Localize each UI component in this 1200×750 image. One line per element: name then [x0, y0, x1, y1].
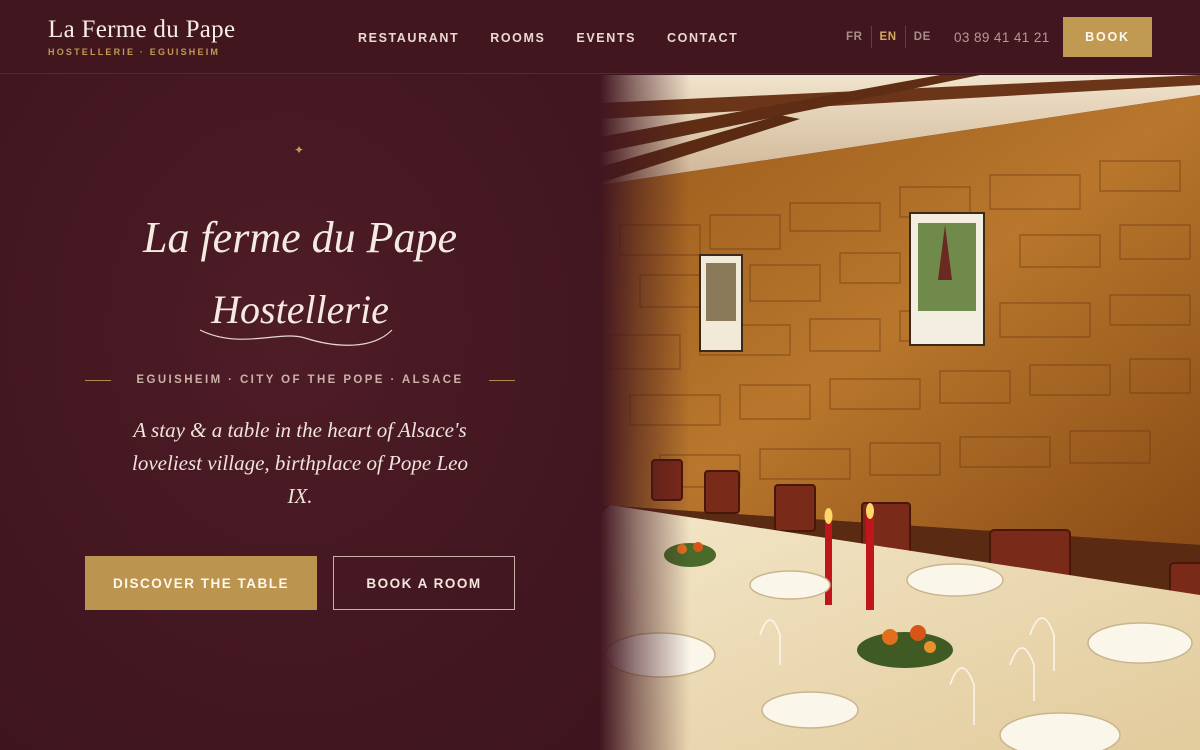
script-logo-line2: Hostellerie — [210, 287, 389, 332]
site-header: La Ferme du Pape HOSTELLERIE · EGUISHEIM… — [0, 0, 1200, 74]
main-nav: RESTAURANT ROOMS EVENTS CONTACT — [358, 31, 769, 45]
script-logo-line1: La ferme du Pape — [142, 213, 457, 262]
dining-room-photo — [600, 75, 1200, 750]
tagline-rule-left — [85, 379, 111, 381]
script-logo: La ferme du Pape Hostellerie — [142, 213, 457, 346]
lang-fr[interactable]: FR — [838, 26, 871, 48]
script-flourish — [199, 329, 393, 346]
location-tagline: EGUISHEIM · CITY OF THE POPE · ALSACE — [85, 374, 515, 386]
phone-number[interactable]: 03 89 41 41 21 — [954, 30, 1050, 45]
photo-fade-overlay — [600, 75, 690, 750]
nav-item-restaurant[interactable]: RESTAURANT — [358, 31, 459, 45]
book-room-button[interactable]: BOOK A ROOM — [333, 556, 515, 610]
tagline-rule-right — [488, 379, 515, 381]
lang-de[interactable]: DE — [906, 26, 939, 48]
hero-description: A stay & a table in the heart of Alsace'… — [132, 418, 468, 508]
nav-item-contact[interactable]: CONTACT — [667, 31, 738, 45]
nav-item-events[interactable]: EVENTS — [576, 31, 636, 45]
book-button[interactable]: BOOK — [1063, 17, 1152, 57]
brand-logo[interactable]: La Ferme du Pape HOSTELLERIE · EGUISHEIM — [48, 16, 235, 57]
tagline-text: EGUISHEIM · CITY OF THE POPE · ALSACE — [136, 374, 464, 386]
brand-subtitle: HOSTELLERIE · EGUISHEIM — [48, 47, 221, 57]
lang-en[interactable]: EN — [872, 26, 905, 48]
hero-intro — [0, 75, 640, 750]
language-switcher: FR EN DE — [838, 26, 939, 48]
nav-item-rooms[interactable]: ROOMS — [490, 31, 545, 45]
sparkle-icon: ✦ — [294, 143, 305, 157]
discover-table-button[interactable]: DISCOVER THE TABLE — [85, 556, 317, 610]
brand-name: La Ferme du Pape — [48, 16, 236, 43]
